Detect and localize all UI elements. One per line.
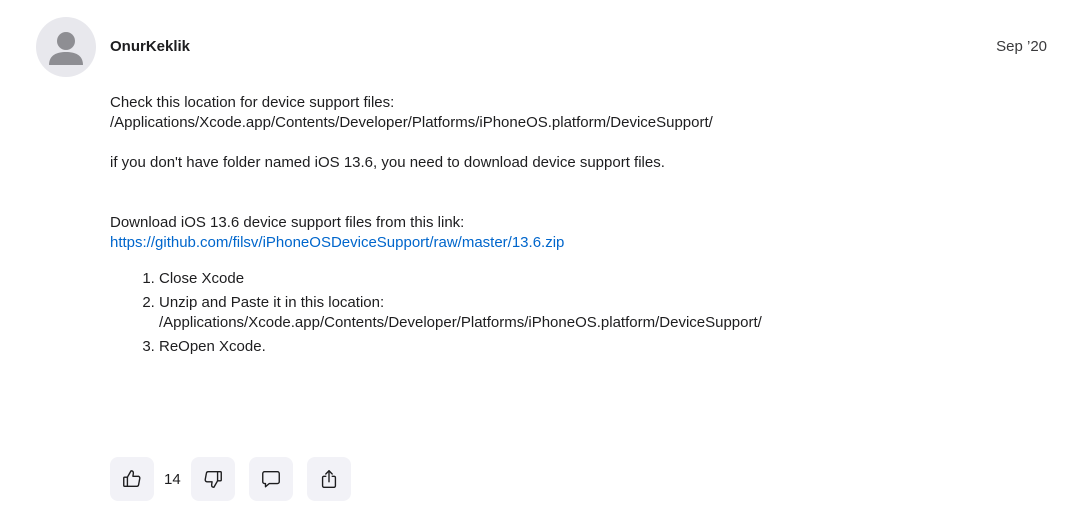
paragraph-text: Download iOS 13.6 device support files f…	[110, 214, 465, 231]
paragraph-text: Check this location for device support f…	[110, 94, 395, 111]
post-actions: 14	[110, 457, 351, 501]
post-date: Sep ’20	[996, 38, 1047, 55]
step-text: Unzip and Paste it in this location:	[159, 294, 385, 311]
share-icon	[321, 470, 336, 488]
comment-button[interactable]	[248, 457, 293, 501]
steps-list: Close Xcode Unzip and Paste it in this l…	[110, 269, 1010, 357]
comment-icon	[261, 470, 280, 488]
list-item: Unzip and Paste it in this location: /Ap…	[159, 293, 1010, 333]
post-body: Check this location for device support f…	[110, 93, 1010, 361]
share-button[interactable]	[306, 457, 351, 501]
paragraph-location: Check this location for device support f…	[110, 93, 1010, 133]
thumbs-up-icon	[123, 470, 141, 488]
download-link[interactable]: https://github.com/filsv/iPhoneOSDeviceS…	[110, 234, 564, 251]
like-button[interactable]	[110, 457, 154, 501]
step-path: /Applications/Xcode.app/Contents/Develop…	[159, 314, 762, 331]
author-name[interactable]: OnurKeklik	[110, 38, 190, 55]
path-text: /Applications/Xcode.app/Contents/Develop…	[110, 114, 713, 131]
person-icon	[49, 32, 83, 65]
dislike-button[interactable]	[190, 457, 235, 501]
like-count: 14	[164, 470, 181, 488]
avatar[interactable]	[36, 17, 96, 77]
list-item: ReOpen Xcode.	[159, 337, 1010, 357]
thumbs-down-icon	[204, 470, 222, 488]
paragraph-folder-note: if you don't have folder named iOS 13.6,…	[110, 154, 665, 171]
list-item: Close Xcode	[159, 269, 1010, 289]
paragraph-download: Download iOS 13.6 device support files f…	[110, 213, 1010, 253]
